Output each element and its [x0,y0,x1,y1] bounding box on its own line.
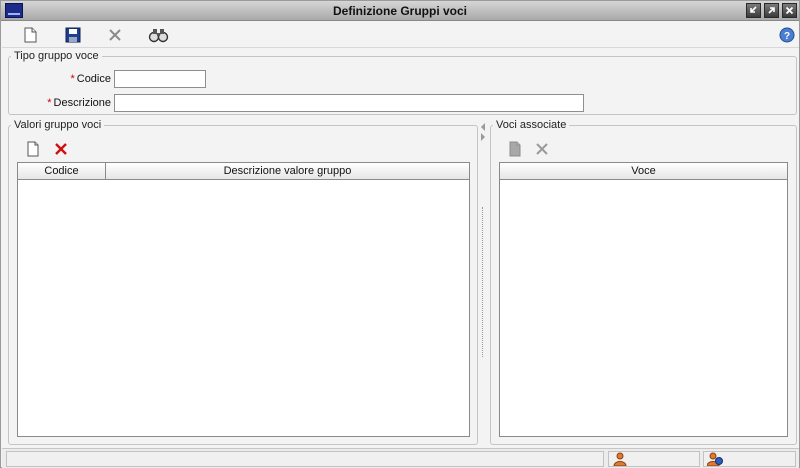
application-window: Definizione Gruppi voci ? Tipo gruppo vo… [0,0,800,468]
codice-label: * Codice [41,73,111,85]
binoculars-search-icon[interactable] [148,26,170,44]
valori-gruppo-title: Valori gruppo voci [11,119,105,131]
delete-disabled-x-icon[interactable] [534,141,550,157]
svg-text:?: ? [784,31,790,42]
main-toolbar: ? [2,22,799,48]
delete-red-x-icon[interactable] [53,141,69,157]
user-info-icon [707,452,723,466]
collapse-right-arrow-icon [481,133,485,141]
new-document-disabled-icon[interactable] [507,141,523,157]
tipo-gruppo-title: Tipo gruppo voce [11,50,102,62]
new-document-icon[interactable] [25,141,41,157]
user-icon [613,452,627,466]
delete-x-icon[interactable] [106,26,124,44]
close-icon[interactable] [782,3,797,18]
panel-splitter[interactable] [479,122,487,442]
valori-table-header: Codice Descrizione valore gruppo [18,163,470,180]
voci-associate-title: Voci associate [493,119,570,131]
valori-table[interactable]: Codice Descrizione valore gruppo [17,162,470,437]
status-user-info-panel[interactable] [703,451,796,467]
codice-label-text: Codice [76,73,111,85]
minimize-icon[interactable] [746,3,761,18]
status-message-panel [6,451,604,467]
descrizione-input[interactable] [114,94,584,112]
maximize-icon[interactable] [764,3,779,18]
new-document-icon[interactable] [21,26,39,44]
save-disk-icon[interactable] [64,26,82,44]
status-bar [2,448,799,468]
column-header-descrizione-valore[interactable]: Descrizione valore gruppo [106,163,470,179]
required-marker: * [70,73,75,85]
help-icon[interactable]: ? [779,27,795,43]
column-header-voce[interactable]: Voce [500,163,787,179]
column-header-codice[interactable]: Codice [18,163,106,179]
descrizione-label: * Descrizione [21,97,111,109]
voci-table[interactable]: Voce [499,162,788,437]
title-bar: Definizione Gruppi voci [1,1,799,21]
descrizione-label-text: Descrizione [53,97,111,109]
codice-input[interactable] [114,70,206,88]
splitter-grip[interactable] [482,207,484,357]
required-marker: * [47,97,52,109]
voci-table-header: Voce [500,163,787,180]
status-user-panel[interactable] [608,451,700,467]
window-title: Definizione Gruppi voci [332,4,467,18]
